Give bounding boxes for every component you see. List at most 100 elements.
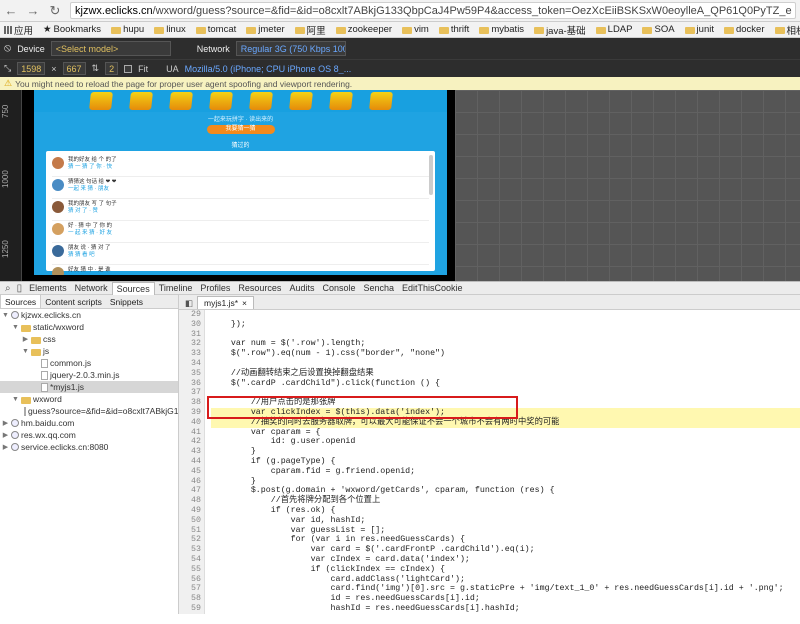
close-tab-icon[interactable]: × [242,298,247,308]
network-select[interactable]: Regular 3G (750 Kbps 100ms l [235,41,346,56]
tree-item[interactable]: ▼ js [0,345,178,357]
width-input[interactable]: 1598 [17,62,46,75]
bookmark-item[interactable]: mybatis [479,24,524,35]
code-view[interactable]: 29 30 31 32 33 34 35 36 37 38 39 40 41 42 43 44 45 46 47 48… [179,310,800,614]
tree-item[interactable]: jquery-2.0.3.min.js [0,369,178,381]
tree-item[interactable]: ▶ hm.baidu.com [0,417,178,429]
bookmark-item[interactable]: vim [402,24,429,35]
devtools-tab-elements[interactable]: Elements [25,282,71,295]
height-input[interactable]: 667 [62,62,86,75]
tree-item[interactable]: ▶ css [0,333,178,345]
devtools-tab-sencha[interactable]: Sencha [359,282,398,295]
editor-tab-label: myjs1.js* [204,298,239,308]
back-icon[interactable]: ← [4,3,18,18]
line-number: 49 [191,505,201,515]
tree-item[interactable]: ▶ service.eclicks.cn:8080 [0,441,178,453]
bookmark-item[interactable]: hupu [111,24,144,35]
code-line: //抽奖的同时去服务器取牌，可以最大可能保证不会一个城市不会有两时中奖的可能 [211,417,800,428]
line-number: 39 [191,407,201,417]
bookmark-item[interactable]: 阿里 [294,23,326,37]
bookmark-item[interactable]: 相机 [774,23,800,37]
editor-tab[interactable]: myjs1.js* × [197,296,255,309]
device-select[interactable]: <Select model> [50,41,171,56]
toggle-navigator-icon[interactable]: ◧ [181,298,197,309]
bookmark-item[interactable]: java-基础 [534,23,586,37]
tree-item[interactable]: ▶ res.wx.qq.com [0,429,178,441]
bookmark-item[interactable]: thrift [438,24,470,35]
forward-icon[interactable]: → [26,3,40,18]
scale-input[interactable]: 2 [105,62,119,75]
navigator-tab[interactable]: Sources [0,295,42,308]
bookmark-item[interactable]: zookeeper [335,24,392,35]
friend-row[interactable]: 我的好友 给 个 的了猜 一 猜 了 你 · 快 [52,155,429,177]
bookmark-item[interactable]: docker [723,24,765,35]
tree-item[interactable]: ▼ kjzwx.eclicks.cn [0,309,178,321]
devtools-tab-network[interactable]: Network [71,282,112,295]
ua-input[interactable]: Mozilla/5.0 (iPhone; CPU iPhone OS 8_... [185,64,352,74]
tree-item[interactable]: guess?source=&fid=&id=o8cxlt7ABkjG1 [0,405,178,417]
line-number: 41 [191,427,201,437]
bookmark-item[interactable]: ★ Bookmarks [43,24,101,35]
bookmark-item[interactable]: LDAP [595,24,632,35]
folder-icon [684,27,695,34]
list-title: 猜过的 [231,143,250,149]
close-emulation-icon[interactable]: ⦸ [4,42,11,55]
expanded-triangle-icon[interactable]: ▼ [22,348,29,355]
bookmark-item[interactable]: 应用 [4,23,33,37]
navigator-tab[interactable]: Snippets [106,295,147,308]
bookmark-item[interactable]: tomcat [195,24,236,35]
tree-item[interactable]: common.js [0,357,178,369]
code-line: card.addClass('lightCard'); [211,574,465,584]
line-number: 43 [191,447,201,457]
friend-row[interactable]: 猜猜这 句话 给 ❤ ❤ 一起 来 猜 · 朋友 [52,177,429,199]
reload-icon[interactable]: ↻ [48,3,62,19]
expanded-triangle-icon[interactable]: ▼ [12,396,19,403]
friend-row[interactable]: 我的朋友 写 了 句子猜 对 了 · 赞 [52,199,429,221]
navigator-tab[interactable]: Content scripts [41,295,106,308]
devtools-tab-profiles[interactable]: Profiles [196,282,234,295]
code-line: var clickIndex = $(this).data('index'); [211,407,800,418]
collapsed-triangle-icon[interactable]: ▶ [2,431,9,439]
code-lines[interactable]: }); var num = $('.row').length; $(".row"… [205,310,800,614]
device-mode-icon[interactable]: ▯ [14,283,26,294]
panel-scrollbar[interactable] [429,155,433,195]
friend-text: 好友 猜 中 · 是 谁来 一 起 猜 [68,267,110,275]
folder-icon [31,348,41,356]
code-line: var cparam = { [211,427,321,437]
expanded-triangle-icon[interactable]: ▼ [2,312,9,319]
code-line: //动画翻转结束之后设置换掉翻盘结果 [211,368,374,378]
address-bar[interactable]: kjzwx.eclicks.cn/wxword/guess?source=&fi… [70,2,796,19]
tree-item[interactable]: ▼ static/wxword [0,321,178,333]
collapsed-triangle-icon[interactable]: ▶ [2,419,9,427]
fit-checkbox[interactable] [124,64,133,73]
apps-icon [4,25,12,34]
devtools-tab-console[interactable]: Console [318,282,359,295]
resize-icon[interactable]: ⤡ [4,63,11,74]
swap-icon[interactable]: ⇅ [92,63,100,74]
bookmark-item[interactable]: junit [684,24,714,35]
devtools-tab-sources[interactable]: Sources [111,281,155,295]
devtools-tab-audits[interactable]: Audits [285,282,318,295]
friend-row[interactable]: 朋友 说 · 猜 对 了猜 猜 看 吧 [52,243,429,265]
bookmark-label: thrift [450,24,470,35]
inspect-icon[interactable]: ⌕ [2,283,14,294]
collapsed-triangle-icon[interactable]: ▶ [2,443,9,451]
tree-item[interactable]: ▼ wxword [0,393,178,405]
mobile-page[interactable]: 一起来玩拼字 · 读出来的 我要猜一猜 猜过的 我的好友 给 个 的了猜 一 猜… [34,90,447,275]
tree-item[interactable]: *myjs1.js [0,381,178,393]
guess-button[interactable]: 我要猜一猜 [206,125,275,134]
bookmark-item[interactable]: SOA [642,24,675,35]
bookmark-item[interactable]: jmeter [246,24,285,35]
folder-icon [438,27,449,34]
bookmark-item[interactable]: linux [154,24,186,35]
expanded-triangle-icon[interactable]: ▼ [12,324,19,331]
devtools-tab-editthiscookie[interactable]: EditThisCookie [398,282,467,295]
editor-tabs: ◧ myjs1.js* × [179,295,800,310]
friend-row[interactable]: 好友 猜 中 · 是 谁来 一 起 猜 [52,265,429,275]
friend-row[interactable]: 好 · 猜 中 了 你 的一 起 来 猜 · 好 友 [52,221,429,243]
star-icon: ★ [43,24,52,35]
collapsed-triangle-icon[interactable]: ▶ [22,335,29,343]
devtools-tab-timeline[interactable]: Timeline [155,282,197,295]
devtools-tab-resources[interactable]: Resources [234,282,285,295]
